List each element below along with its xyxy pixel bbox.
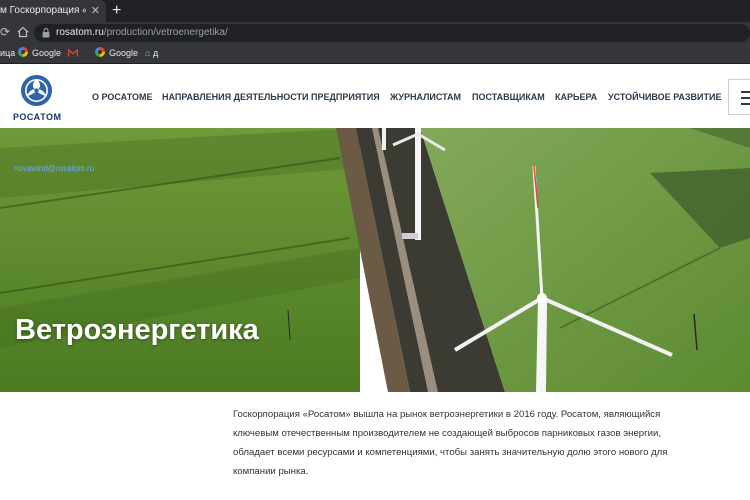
nav-career[interactable]: КАРЬЕРА xyxy=(555,92,597,102)
browser-toolbar: ⟳ rosatom.ru/production/vetroenergetika/ xyxy=(0,22,750,44)
page-title: Ветроэнергетика xyxy=(15,314,259,346)
nav-sustainability[interactable]: УСТОЙЧИВОЕ РАЗВИТИЕ xyxy=(608,92,721,102)
bookmark-home[interactable]: ⌂ д xyxy=(145,44,158,63)
lock-icon xyxy=(42,28,50,38)
url-host: rosatom.ru xyxy=(56,27,104,38)
bookmark-label: д xyxy=(152,48,159,58)
hero-email-link[interactable]: novawind@rosatom.ru xyxy=(14,164,94,173)
google-icon xyxy=(18,47,28,57)
site-header: РОСАТОМ О РОСАТОМЕ НАПРАВЛЕНИЯ ДЕЯТЕЛЬНО… xyxy=(0,65,750,128)
nav-suppliers[interactable]: ПОСТАВЩИКАМ xyxy=(472,92,545,102)
bookmark-google[interactable]: Google xyxy=(18,44,61,63)
close-tab-icon[interactable]: ✕ xyxy=(91,0,100,22)
hamburger-menu-icon[interactable] xyxy=(728,79,750,115)
address-bar[interactable]: rosatom.ru/production/vetroenergetika/ xyxy=(34,24,750,42)
google-icon xyxy=(95,47,105,57)
url-text: rosatom.ru/production/vetroenergetika/ xyxy=(56,24,228,42)
url-path: /production/vetroenergetika/ xyxy=(103,27,228,38)
nav-enterprises[interactable]: ПРЕДПРИЯТИЯ xyxy=(311,92,380,102)
house-icon: ⌂ xyxy=(145,48,151,58)
bookmark-label: Google xyxy=(32,48,62,58)
logo-text[interactable]: РОСАТОМ xyxy=(13,112,61,122)
gmail-icon xyxy=(68,49,78,57)
browser-tab-bar: м Госкорпорация «Росат ✕ + xyxy=(0,0,750,22)
bookmarks-bar: ица Google Google ⌂ д xyxy=(0,44,750,64)
tab-title: м Госкорпорация «Росат xyxy=(0,5,86,16)
home-icon[interactable] xyxy=(17,26,29,38)
new-tab-button[interactable]: + xyxy=(112,0,121,22)
nav-activities[interactable]: НАПРАВЛЕНИЯ ДЕЯТЕЛЬНОСТИ xyxy=(162,92,309,102)
bookmark-label: Google xyxy=(109,48,139,58)
hero-banner: novawind@rosatom.ru Ветроэнергетика xyxy=(0,128,750,392)
bookmark-item[interactable]: ица xyxy=(0,44,15,63)
nav-about[interactable]: О РОСАТОМЕ xyxy=(92,92,153,102)
bookmark-google[interactable]: Google xyxy=(95,44,138,63)
bookmark-label: ица xyxy=(0,48,16,58)
nav-journalists[interactable]: ЖУРНАЛИСТАМ xyxy=(390,92,461,102)
bookmark-gmail[interactable] xyxy=(68,44,78,63)
intro-paragraph: Госкорпорация «Росатом» вышла на рынок в… xyxy=(233,409,668,477)
browser-tab[interactable]: м Госкорпорация «Росат ✕ xyxy=(0,0,106,22)
wind-farm-photo xyxy=(0,128,750,392)
rosatom-logo-icon[interactable] xyxy=(20,74,53,107)
reload-icon[interactable]: ⟳ xyxy=(0,25,10,39)
